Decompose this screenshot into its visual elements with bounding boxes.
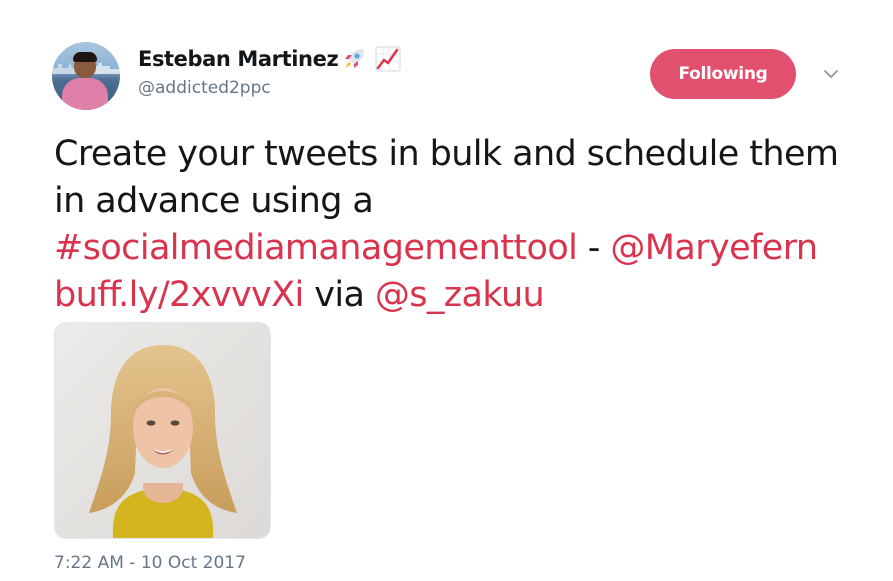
author-handle[interactable]: @addicted2ppc bbox=[138, 78, 402, 98]
mention-link[interactable]: @s_zakuu bbox=[375, 275, 545, 315]
author-name-row: Esteban Martinez bbox=[138, 44, 402, 74]
tweet-text: Create your tweets in bulk and schedule … bbox=[54, 131, 874, 319]
author-display-name[interactable]: Esteban Martinez bbox=[138, 47, 339, 71]
rocket-icon bbox=[345, 49, 365, 68]
hashtag-link[interactable]: #socialmediamanagementtool bbox=[54, 228, 578, 268]
tweet-timestamp[interactable]: 7:22 AM - 10 Oct 2017 bbox=[54, 553, 246, 573]
tweet-media-photo[interactable] bbox=[54, 322, 271, 539]
chevron-down-icon[interactable] bbox=[820, 66, 842, 82]
tweet-text-segment: - bbox=[577, 228, 611, 268]
portrait-photo bbox=[55, 323, 270, 538]
tweet-card: Esteban Martinez @addicted2ppc Following bbox=[0, 0, 893, 581]
chart-increasing-icon bbox=[375, 46, 401, 72]
tweet-text-segment: via bbox=[303, 275, 375, 315]
url-link[interactable]: buff.ly/2xvvvXi bbox=[54, 275, 304, 315]
tweet-text-segment: Create your tweets in bulk and schedule … bbox=[54, 134, 839, 221]
author-avatar[interactable] bbox=[52, 42, 120, 110]
mention-link[interactable]: @Maryefern bbox=[610, 228, 818, 268]
following-button[interactable]: Following bbox=[650, 49, 796, 99]
author-info: Esteban Martinez @addicted2ppc bbox=[138, 44, 402, 98]
avatar-person-hair bbox=[73, 52, 97, 62]
avatar-person-body bbox=[62, 78, 108, 110]
